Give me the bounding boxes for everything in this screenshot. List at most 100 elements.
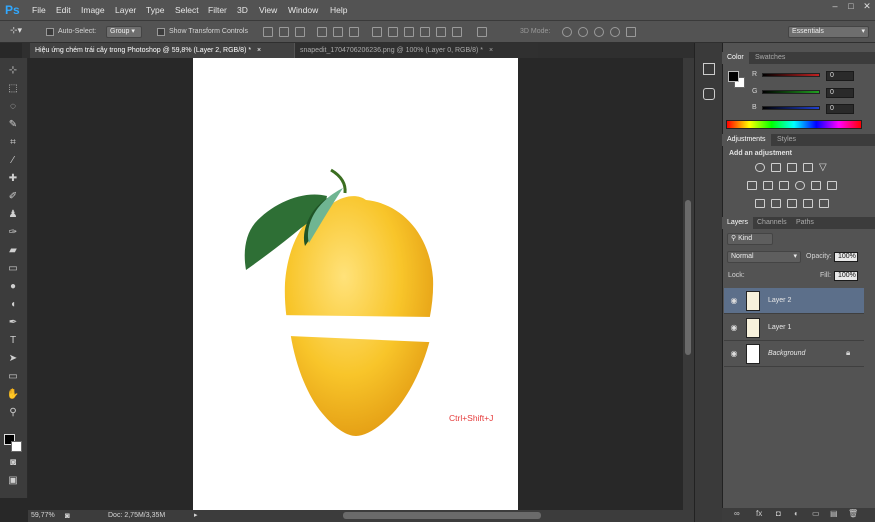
blend-mode-dropdown[interactable]: Normal ▾: [727, 251, 801, 263]
tab-color[interactable]: Color: [722, 52, 749, 64]
menu-type[interactable]: Type: [146, 5, 164, 15]
visibility-eye-icon[interactable]: ◉: [729, 323, 739, 333]
align-hcenter-icon[interactable]: [333, 27, 343, 37]
3d-slide-icon[interactable]: [610, 27, 620, 37]
color-spectrum-ramp[interactable]: [726, 120, 862, 129]
close-window-button[interactable]: ✕: [859, 0, 875, 14]
distribute-top-icon[interactable]: [372, 27, 382, 37]
new-group-icon[interactable]: ▭: [812, 509, 820, 518]
distribute-left-icon[interactable]: [420, 27, 430, 37]
eyedropper-tool-icon[interactable]: ⁄: [6, 154, 20, 168]
move-tool-icon[interactable]: ⊹: [6, 64, 20, 78]
exposure-icon[interactable]: [803, 163, 813, 172]
channel-g-input[interactable]: 0: [826, 88, 854, 98]
auto-select-checkbox[interactable]: [46, 28, 54, 36]
3d-rotate-icon[interactable]: [562, 27, 572, 37]
menu-help[interactable]: Help: [330, 5, 347, 15]
gradient-tool-icon[interactable]: ▭: [6, 262, 20, 276]
vertical-scroll-thumb[interactable]: [685, 200, 691, 355]
align-right-icon[interactable]: [349, 27, 359, 37]
tab-adjustments[interactable]: Adjustments: [722, 134, 771, 146]
color-balance-icon[interactable]: [763, 181, 773, 190]
brush-tool-icon[interactable]: ✐: [6, 190, 20, 204]
clone-stamp-tool-icon[interactable]: ♟: [6, 208, 20, 222]
tab-document-main[interactable]: Hiệu ứng chém trái cây trong Photoshop @…: [30, 43, 294, 58]
black-white-icon[interactable]: [779, 181, 789, 190]
distribute-hcenter-icon[interactable]: [436, 27, 446, 37]
minimize-button[interactable]: –: [827, 0, 843, 14]
posterize-icon[interactable]: [771, 199, 781, 208]
tab-channels[interactable]: Channels: [752, 217, 792, 229]
layer-row-layer-2[interactable]: ◉ Layer 2: [724, 288, 864, 314]
menu-edit[interactable]: Edit: [56, 5, 71, 15]
tab-swatches[interactable]: Swatches: [750, 52, 790, 64]
align-top-icon[interactable]: [263, 27, 273, 37]
properties-panel-icon[interactable]: [703, 88, 715, 100]
photo-filter-icon[interactable]: [795, 181, 805, 190]
align-vcenter-icon[interactable]: [279, 27, 289, 37]
status-menu-arrow-icon[interactable]: ▸: [194, 510, 198, 522]
type-tool-icon[interactable]: T: [6, 334, 20, 348]
fill-input[interactable]: 100%: [834, 271, 858, 281]
document-canvas[interactable]: [193, 58, 518, 510]
gradient-map-icon[interactable]: [803, 199, 813, 208]
3d-roll-icon[interactable]: [578, 27, 588, 37]
lasso-tool-icon[interactable]: ◌: [6, 100, 20, 114]
menu-file[interactable]: File: [32, 5, 46, 15]
link-layers-icon[interactable]: ∞: [734, 509, 740, 518]
channel-mixer-icon[interactable]: [811, 181, 821, 190]
opacity-input[interactable]: 100%: [834, 252, 858, 262]
channel-b-input[interactable]: 0: [826, 104, 854, 114]
zoom-tool-icon[interactable]: ⚲: [6, 406, 20, 420]
eraser-tool-icon[interactable]: ▰: [6, 244, 20, 258]
auto-align-icon[interactable]: [477, 27, 487, 37]
vibrance-icon[interactable]: ▽: [819, 163, 829, 173]
shape-tool-icon[interactable]: ▭: [6, 370, 20, 384]
levels-icon[interactable]: [771, 163, 781, 172]
distribute-vcenter-icon[interactable]: [388, 27, 398, 37]
menu-3d[interactable]: 3D: [237, 5, 248, 15]
tab-document-snapedit[interactable]: snapedit_1704706206236.png @ 100% (Layer…: [294, 43, 538, 58]
fx-icon[interactable]: fx: [756, 509, 762, 518]
tab-close-icon[interactable]: ×: [489, 47, 493, 54]
screen-mode-icon[interactable]: ▣: [6, 474, 20, 488]
quick-mask-icon[interactable]: ◙: [6, 456, 20, 470]
channel-r-input[interactable]: 0: [826, 71, 854, 81]
visibility-eye-icon[interactable]: ◉: [729, 349, 739, 359]
path-select-tool-icon[interactable]: ➤: [6, 352, 20, 366]
show-transform-checkbox[interactable]: [157, 28, 165, 36]
hand-tool-icon[interactable]: ✋: [6, 388, 20, 402]
add-mask-icon[interactable]: ◘: [776, 509, 781, 518]
menu-image[interactable]: Image: [81, 5, 105, 15]
menu-window[interactable]: Window: [288, 5, 318, 15]
invert-icon[interactable]: [755, 199, 765, 208]
history-panel-icon[interactable]: [703, 63, 715, 75]
brightness-contrast-icon[interactable]: [755, 163, 765, 172]
tab-close-icon[interactable]: ×: [257, 47, 261, 54]
selective-color-icon[interactable]: [819, 199, 829, 208]
new-adjustment-icon[interactable]: ◐: [794, 509, 799, 518]
menu-layer[interactable]: Layer: [115, 5, 136, 15]
layer-row-background[interactable]: ◉ Background 🔒︎: [724, 341, 864, 367]
3d-scale-icon[interactable]: [626, 27, 636, 37]
new-layer-icon[interactable]: ▤: [830, 509, 838, 518]
move-tool-preset-icon[interactable]: ⊹▾: [10, 25, 30, 38]
curves-icon[interactable]: [787, 163, 797, 172]
visibility-eye-icon[interactable]: ◉: [729, 296, 739, 306]
workspace-dropdown[interactable]: Essentials ▾: [788, 26, 869, 38]
menu-filter[interactable]: Filter: [208, 5, 227, 15]
tab-styles[interactable]: Styles: [772, 134, 801, 146]
align-bottom-icon[interactable]: [295, 27, 305, 37]
color-lookup-icon[interactable]: [827, 181, 837, 190]
hue-saturation-icon[interactable]: [747, 181, 757, 190]
channel-b-slider[interactable]: [762, 106, 820, 110]
menu-select[interactable]: Select: [175, 5, 199, 15]
align-left-icon[interactable]: [317, 27, 327, 37]
pen-tool-icon[interactable]: ✒: [6, 316, 20, 330]
blur-tool-icon[interactable]: ●: [6, 280, 20, 294]
zoom-level[interactable]: 59,77%: [31, 510, 55, 522]
threshold-icon[interactable]: [787, 199, 797, 208]
history-brush-tool-icon[interactable]: ✑: [6, 226, 20, 240]
layer-row-layer-1[interactable]: ◉ Layer 1: [724, 315, 864, 341]
background-color-swatch[interactable]: [11, 441, 22, 452]
